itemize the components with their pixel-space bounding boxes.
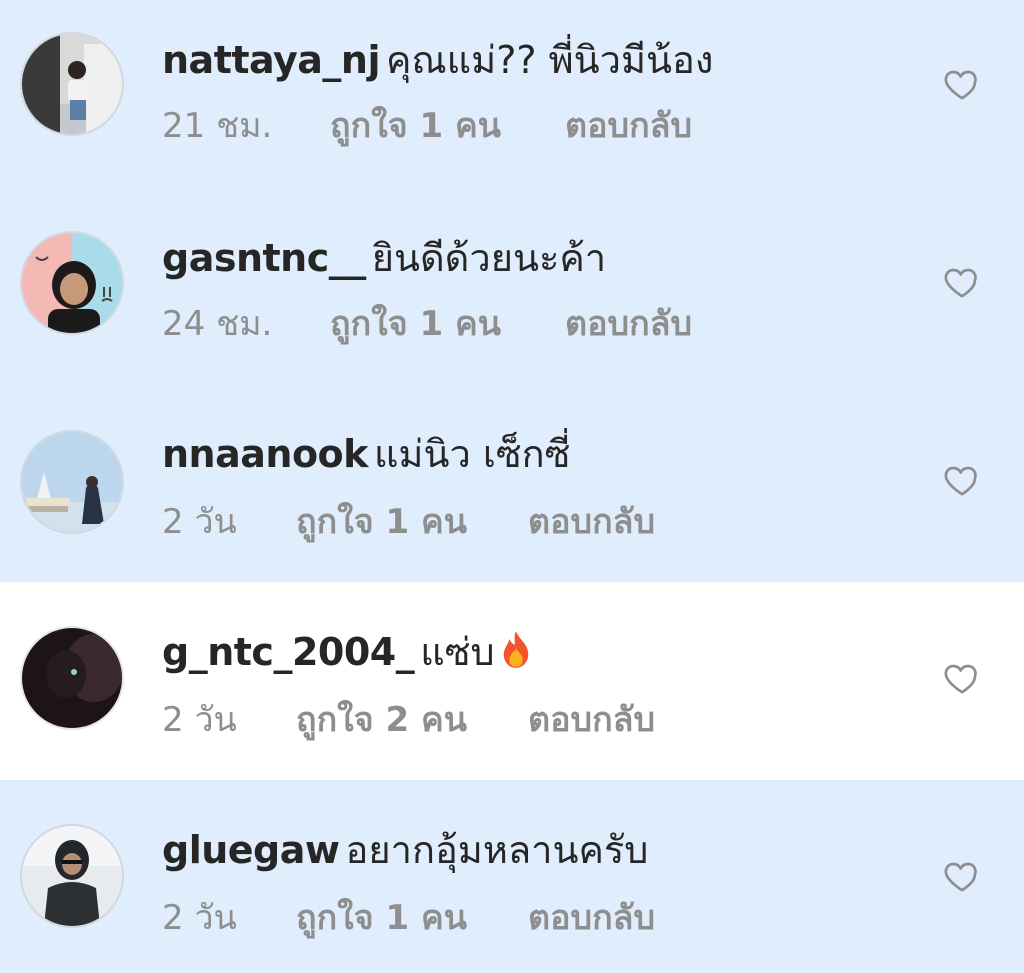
avatar[interactable] xyxy=(20,824,124,928)
likes-count[interactable]: ถูกใจ 1 คน xyxy=(296,500,528,544)
username[interactable]: nattaya_nj xyxy=(162,38,381,82)
comment-meta: 24 ชม. ถูกใจ 1 คน ตอบกลับ xyxy=(162,302,692,346)
avatar-photo-landmark xyxy=(22,432,122,532)
heart-outline-icon[interactable] xyxy=(942,262,982,302)
comment-row: gasntnc__ ยินดีด้วยนะค้า 24 ชม. ถูกใจ 1 คน… xyxy=(0,198,1024,396)
heart-outline-icon[interactable] xyxy=(942,856,982,896)
heart-outline-icon[interactable] xyxy=(942,460,982,500)
avatar-photo-jacket xyxy=(22,826,122,926)
comment-row: g_ntc_2004_ แซ่บ 2 วัน ถูกใจ 2 คน ตอบกลับ xyxy=(0,582,1024,780)
comment-time: 21 ชม. xyxy=(162,106,273,146)
comment-text: คุณแม่?? พี่นิวมีน้อง xyxy=(386,38,714,82)
comment-time: 24 ชม. xyxy=(162,304,273,344)
avatar[interactable] xyxy=(20,32,124,136)
avatar[interactable] xyxy=(20,626,124,730)
comment-time: 2 วัน xyxy=(162,502,237,542)
likes-count[interactable]: ถูกใจ 1 คน xyxy=(330,302,565,346)
comment-meta: 2 วัน ถูกใจ 1 คน ตอบกลับ xyxy=(162,500,655,544)
username[interactable]: gasntnc__ xyxy=(162,236,366,280)
avatar-photo-selfie xyxy=(22,34,122,134)
comment-line: nnaanook แม่นิว เซ็กซี่ xyxy=(162,430,570,478)
username[interactable]: gluegaw xyxy=(162,828,340,872)
likes-count[interactable]: ถูกใจ 2 คน xyxy=(296,698,528,742)
comment-line: nattaya_nj คุณแม่?? พี่นิวมีน้อง xyxy=(162,36,713,84)
avatar[interactable] xyxy=(20,430,124,534)
heart-outline-icon[interactable] xyxy=(942,658,982,698)
username[interactable]: nnaanook xyxy=(162,432,368,476)
comment-meta: 21 ชม. ถูกใจ 1 คน ตอบกลับ xyxy=(162,104,692,148)
likes-count[interactable]: ถูกใจ 1 คน xyxy=(330,104,565,148)
comment-time: 2 วัน xyxy=(162,898,237,938)
reply-button[interactable]: ตอบกลับ xyxy=(528,698,655,742)
comment-text: แซ่บ xyxy=(420,630,495,674)
reply-button[interactable]: ตอบกลับ xyxy=(565,104,692,148)
comment-line: gluegaw อยากอุ้มหลานครับ xyxy=(162,826,648,874)
comment-time: 2 วัน xyxy=(162,700,237,740)
comment-row: gluegaw อยากอุ้มหลานครับ 2 วัน ถูกใจ 1 คนต… xyxy=(0,780,1024,973)
comment-text: แม่นิว เซ็กซี่ xyxy=(373,432,571,476)
username[interactable]: g_ntc_2004_ xyxy=(162,630,415,674)
avatar-photo-girl xyxy=(22,233,122,333)
comment-line: gasntnc__ ยินดีด้วยนะค้า xyxy=(162,234,606,282)
likes-count[interactable]: ถูกใจ 1 คน xyxy=(296,896,528,940)
reply-button[interactable]: ตอบกลับ xyxy=(528,896,655,940)
comment-text: ยินดีด้วยนะค้า xyxy=(371,236,607,280)
comment-row: nnaanook แม่นิว เซ็กซี่ 2 วัน ถูกใจ 1 คน ตอ… xyxy=(0,396,1024,582)
avatar[interactable] xyxy=(20,231,124,335)
avatar-photo-dark xyxy=(22,628,122,728)
fire-emoji xyxy=(499,629,533,669)
comment-list: nattaya_nj คุณแม่?? พี่นิวมีน้อง 21 ชม. ถู… xyxy=(0,0,1024,973)
reply-button[interactable]: ตอบกลับ xyxy=(565,302,692,346)
comment-line: g_ntc_2004_ แซ่บ xyxy=(162,628,533,676)
reply-button[interactable]: ตอบกลับ xyxy=(528,500,655,544)
comment-meta: 2 วัน ถูกใจ 1 คน ตอบกลับ xyxy=(162,896,655,940)
heart-outline-icon[interactable] xyxy=(942,64,982,104)
comment-text: อยากอุ้มหลานครับ xyxy=(345,828,649,872)
comment-row: nattaya_nj คุณแม่?? พี่นิวมีน้อง 21 ชม. ถู… xyxy=(0,0,1024,198)
comment-meta: 2 วัน ถูกใจ 2 คน ตอบกลับ xyxy=(162,698,655,742)
